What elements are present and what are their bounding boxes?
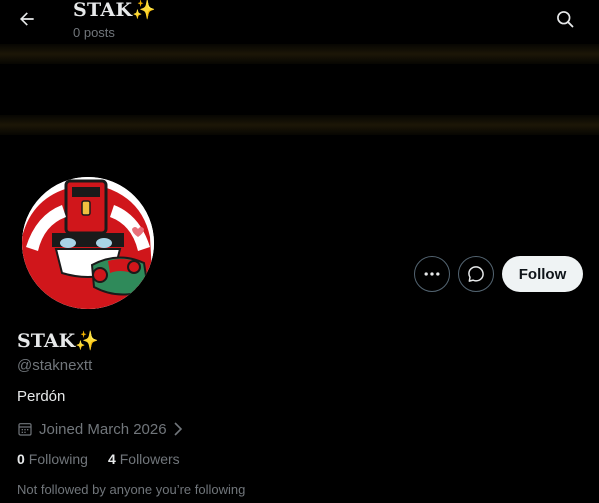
not-followed-note: Not followed by anyone you’re following — [17, 482, 246, 497]
back-button[interactable] — [10, 4, 44, 34]
message-button[interactable] — [458, 256, 494, 292]
profile-header: STAK✨ 0 posts — [0, 0, 599, 44]
followers-link[interactable]: 4 Followers — [108, 451, 180, 467]
avatar-image — [22, 177, 154, 309]
search-icon — [557, 11, 574, 28]
followers-count: 4 — [107, 451, 116, 467]
arrow-left-icon — [20, 12, 34, 26]
calendar-icon — [18, 423, 32, 436]
avatar[interactable] — [20, 175, 156, 311]
user-handle: @staknextt — [17, 357, 93, 374]
more-dots-icon — [424, 272, 440, 276]
followers-label: Followers — [119, 451, 180, 467]
follow-stats: 0 Following 4 Followers — [17, 451, 180, 467]
banner-stripe — [0, 115, 599, 135]
message-icon — [468, 266, 484, 282]
post-count: 0 posts — [73, 25, 115, 40]
following-count: 0 — [17, 451, 25, 467]
display-name: STAK✨ — [17, 330, 99, 352]
search-button[interactable] — [550, 4, 580, 34]
joined-date[interactable]: Joined March 2026 — [17, 419, 183, 439]
following-link[interactable]: 0 Following — [17, 451, 88, 467]
follow-button[interactable]: Follow — [502, 256, 583, 292]
banner-stripe — [0, 44, 599, 64]
more-options-button[interactable] — [414, 256, 450, 292]
joined-text: Joined March 2026 — [39, 420, 167, 438]
chevron-right-icon — [174, 422, 182, 436]
following-label: Following — [28, 451, 88, 467]
header-title: STAK✨ — [73, 0, 157, 21]
profile-bio: Perdón — [17, 388, 66, 405]
